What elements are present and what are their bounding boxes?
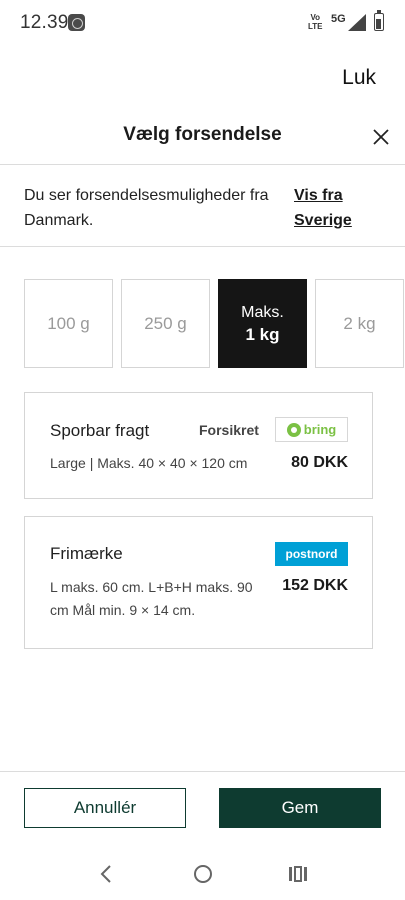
shipping-option-name: Frimærke <box>50 544 123 563</box>
weight-chip-label: 2 kg <box>343 313 376 333</box>
app-notification-icon <box>68 14 85 31</box>
status-bar: 12.39 Vo LTE 5G <box>0 0 405 46</box>
weight-chip-100g[interactable]: 100 g <box>24 279 113 368</box>
weight-selector: 100 g 250 g Maks. 1 kg 2 kg <box>24 279 405 368</box>
volte-indicator: Vo LTE <box>308 13 323 31</box>
bring-logo: bring <box>275 417 348 442</box>
weight-chip-label-top: Maks. <box>241 303 284 321</box>
network-type: 5G <box>331 13 346 25</box>
header-divider <box>0 164 405 165</box>
shipping-option-description: L maks. 60 cm. L+B+H maks. 90 cm Mål min… <box>50 579 253 618</box>
switch-country-link[interactable]: Vis fra Sverige <box>294 183 384 233</box>
shipping-option-card[interactable]: Sporbar fragt Forsikret bring Large | Ma… <box>24 392 373 499</box>
weight-chip-label: 100 g <box>47 313 90 333</box>
bring-ring-icon <box>286 422 301 437</box>
close-link[interactable]: Luk <box>342 66 376 90</box>
footer-divider <box>0 771 405 772</box>
shipping-option-card[interactable]: Frimærke postnord L maks. 60 cm. L+B+H m… <box>24 516 373 649</box>
weight-chip-250g[interactable]: 250 g <box>121 279 210 368</box>
bring-wordmark: bring <box>303 422 337 437</box>
close-icon[interactable] <box>370 126 392 148</box>
signal-icon <box>348 14 366 31</box>
shipping-option-description: Large | Maks. 40 × 40 × 120 cm <box>50 455 248 471</box>
weight-chip-2kg[interactable]: 2 kg <box>315 279 404 368</box>
shipping-option-price: 152 DKK <box>282 577 348 594</box>
battery-icon <box>374 10 384 31</box>
system-nav-bar <box>0 850 405 900</box>
info-divider <box>0 246 405 247</box>
sheet-title: Vælg forsendelse <box>123 124 282 145</box>
postnord-logo: postnord <box>275 542 348 566</box>
shipping-option-name: Sporbar fragt <box>50 421 150 440</box>
status-time: 12.39 <box>20 12 69 33</box>
back-nav-icon[interactable] <box>96 862 118 886</box>
save-button[interactable]: Gem <box>219 788 381 828</box>
shipping-option-price: 80 DKK <box>291 454 348 471</box>
cancel-button[interactable]: Annullér <box>24 788 186 828</box>
insured-badge: Forsikret <box>199 422 259 438</box>
recents-nav-icon[interactable] <box>287 862 309 886</box>
weight-chip-label: 250 g <box>144 313 187 333</box>
origin-info-text: Du ser forsendelsesmuligheder fra Danmar… <box>24 187 269 229</box>
weight-chip-label-bottom: 1 kg <box>245 324 280 344</box>
home-nav-icon[interactable] <box>192 862 214 886</box>
weight-chip-1kg[interactable]: Maks. 1 kg <box>218 279 307 368</box>
